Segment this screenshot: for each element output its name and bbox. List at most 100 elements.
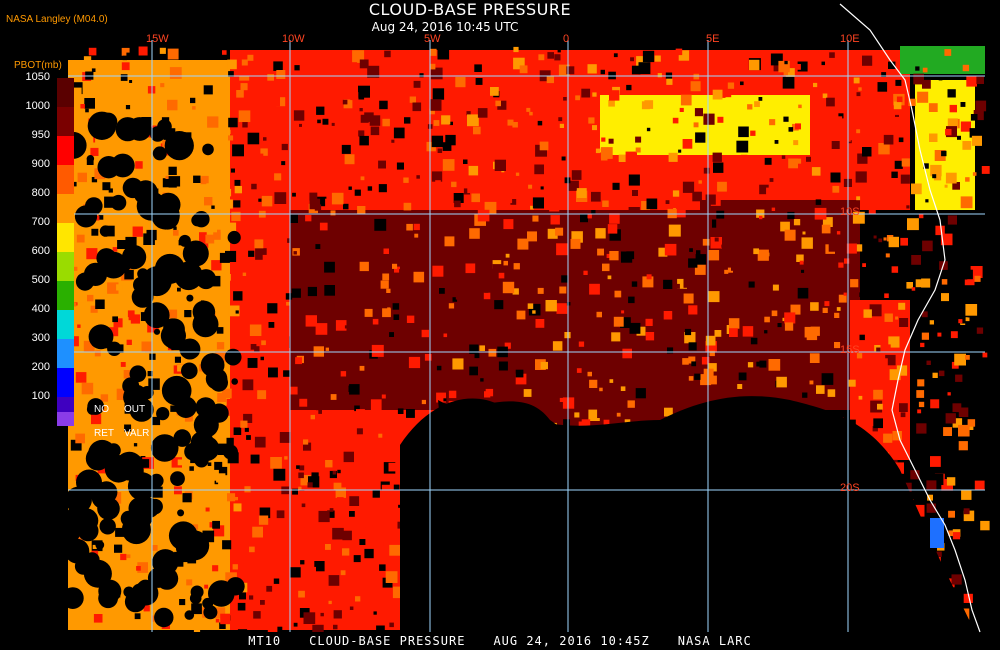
cloud-speckle	[550, 215, 560, 225]
cloud-speckle	[708, 291, 720, 303]
cloud-speckle	[257, 390, 267, 400]
cloud-speckle	[608, 138, 614, 144]
cloud-speckle	[716, 210, 725, 219]
cloud-speckle	[224, 274, 231, 281]
cloud-speckle	[80, 104, 85, 109]
cloud-speckle	[383, 248, 389, 254]
cloud-speckle	[324, 285, 335, 296]
cloud-speckle	[616, 412, 621, 417]
cloud-speckle	[330, 394, 337, 400]
cloud-speckle	[227, 59, 237, 70]
cloud-speckle	[186, 562, 194, 570]
cloud-speckle	[94, 350, 101, 357]
cloud-speckle	[797, 341, 804, 348]
cloud-speckle	[550, 179, 554, 183]
cloud-speckle	[561, 275, 569, 283]
cloud-speckle	[822, 307, 828, 313]
cloud-speckle	[984, 595, 989, 600]
cloud-speckle	[246, 435, 251, 440]
cloud-speckle	[776, 376, 787, 388]
cloud-speckle	[654, 55, 661, 62]
cloud-speckle	[468, 165, 479, 176]
cloud-speckle	[515, 369, 524, 378]
cloud-speckle	[797, 287, 809, 299]
cloud-speckle	[217, 229, 221, 234]
cloud-speckle	[807, 363, 815, 371]
cloud-speckle	[801, 237, 813, 249]
cloud-speckle	[394, 290, 407, 303]
cloud-speckle	[159, 595, 170, 606]
cloud-speckle	[273, 468, 286, 481]
cloud-speckle	[917, 379, 925, 387]
cloud-speckle	[932, 372, 938, 378]
cloud-speckle	[305, 315, 317, 327]
cloud-speckle	[474, 353, 480, 359]
cloud-speckle	[550, 407, 558, 415]
cloud-speckle	[844, 258, 850, 264]
cloud-speckle	[452, 358, 464, 370]
legend-label: 900	[31, 158, 50, 170]
cloud-speckle	[332, 527, 344, 540]
cloud-speckle	[483, 292, 491, 300]
cloud-speckle	[381, 394, 386, 399]
clear-gap	[121, 515, 151, 545]
cloud-speckle	[741, 362, 746, 366]
cloud-speckle	[804, 262, 809, 267]
cloud-speckle	[945, 128, 952, 136]
clear-gap	[166, 337, 178, 349]
cloud-speckle	[626, 84, 632, 91]
cloud-speckle	[358, 85, 370, 98]
cloud-speckle	[663, 311, 673, 320]
cloud-speckle	[932, 174, 937, 179]
cloud-speckle	[727, 252, 740, 265]
cloud-speckle	[267, 303, 278, 314]
cloud-speckle	[678, 77, 685, 84]
cloud-speckle	[970, 114, 978, 121]
cloud-speckle	[596, 311, 602, 318]
cloud-speckle	[824, 320, 833, 329]
cloud-speckle	[186, 579, 193, 586]
cloud-speckle	[344, 325, 349, 329]
cloud-speckle	[639, 238, 648, 246]
cloud-speckle	[925, 199, 929, 203]
cloud-speckle	[747, 104, 753, 110]
cloud-speckle	[315, 244, 321, 249]
cloud-speckle	[941, 293, 949, 302]
cloud-speckle	[84, 343, 93, 351]
cloud-speckle	[687, 237, 693, 244]
cloud-speckle	[746, 170, 759, 183]
cloud-speckle	[319, 222, 328, 231]
legend-label: 700	[31, 216, 50, 228]
cloud-speckle	[233, 291, 243, 301]
cloud-speckle	[535, 319, 545, 328]
clear-gap	[110, 461, 117, 468]
cloud-speckle	[475, 78, 483, 85]
cloud-speckle	[859, 334, 865, 341]
cloud-speckle	[340, 371, 347, 377]
cloud-speckle	[367, 452, 375, 460]
legend-swatch	[57, 310, 74, 339]
cloud-speckle	[498, 361, 508, 371]
cloud-speckle	[379, 542, 384, 547]
cloud-speckle	[331, 192, 344, 205]
cloud-speckle	[326, 231, 330, 236]
cloud-speckle	[204, 584, 209, 589]
cloud-speckle	[498, 199, 508, 209]
cloud-speckle	[759, 215, 763, 220]
cloud-speckle	[503, 219, 514, 230]
cloud-speckle	[532, 197, 544, 209]
cloud-speckle	[455, 77, 466, 88]
cloud-speckle	[392, 303, 400, 310]
cloud-speckle	[201, 175, 209, 184]
cloud-speckle	[832, 299, 838, 305]
cloud-speckle	[618, 154, 627, 162]
cloud-speckle	[286, 544, 298, 556]
cloud-speckle	[233, 427, 242, 435]
cloud-speckle	[915, 66, 920, 71]
cloud-speckle	[355, 596, 361, 602]
cloud-speckle	[822, 93, 828, 99]
cloud-speckle	[783, 116, 789, 122]
cloud-speckle	[79, 296, 86, 303]
cloud-speckle	[703, 113, 715, 125]
cloud-speckle	[762, 300, 769, 306]
